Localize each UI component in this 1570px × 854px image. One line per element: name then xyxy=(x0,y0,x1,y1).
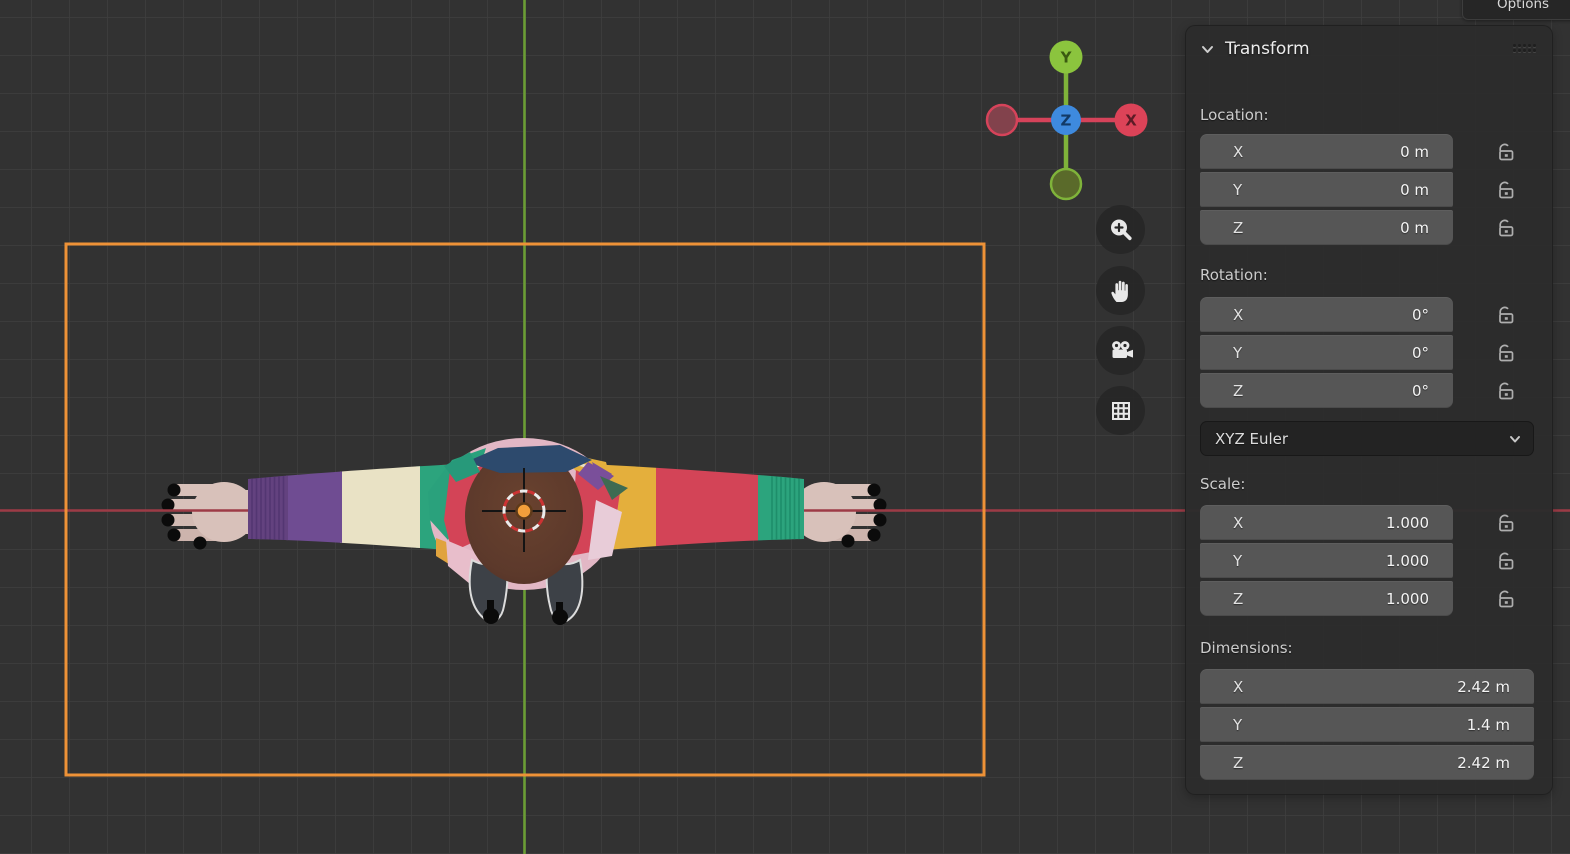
location-x-field[interactable]: X 0 m xyxy=(1200,134,1453,169)
field-axis-label: Z xyxy=(1200,219,1243,237)
lock-open-icon[interactable] xyxy=(1495,217,1517,239)
gizmo-x-negative-ball[interactable] xyxy=(987,105,1017,135)
rotation-section-label: Rotation: xyxy=(1200,264,1538,286)
scale-section-label: Scale: xyxy=(1200,473,1538,495)
gizmo-y-positive-ball[interactable]: Y xyxy=(1050,41,1083,74)
lock-open-icon[interactable] xyxy=(1495,342,1517,364)
field-axis-label: X xyxy=(1200,143,1243,161)
camera-view-button[interactable] xyxy=(1096,326,1145,375)
field-axis-label: X xyxy=(1200,514,1243,532)
field-axis-label: Y xyxy=(1200,181,1242,199)
field-value: 0 m xyxy=(1400,219,1453,237)
panel-grip-icon[interactable] xyxy=(1513,44,1538,54)
movie-camera-icon xyxy=(1106,336,1136,366)
field-axis-label: Y xyxy=(1200,344,1242,362)
lock-open-icon[interactable] xyxy=(1495,141,1517,163)
options-button-label: Options xyxy=(1497,0,1549,12)
object-origin-dot xyxy=(517,504,532,519)
rotation-fields: X 0° Y 0° Z 0° xyxy=(1200,297,1538,408)
rotation-y-field[interactable]: Y 0° xyxy=(1200,335,1453,370)
rotation-mode-value: XYZ Euler xyxy=(1215,430,1288,448)
panel-title: Transform xyxy=(1225,39,1310,59)
gizmo-y-label: Y xyxy=(1060,48,1073,66)
grid-toggle-button[interactable] xyxy=(1096,386,1145,435)
field-axis-label: Y xyxy=(1200,716,1242,734)
rotation-z-field[interactable]: Z 0° xyxy=(1200,373,1453,408)
field-value: 2.42 m xyxy=(1457,678,1534,696)
field-value: 0° xyxy=(1412,344,1453,362)
gizmo-x-label: X xyxy=(1125,111,1137,129)
scale-z-field[interactable]: Z 1.000 xyxy=(1200,581,1453,616)
rotation-mode-dropdown[interactable]: XYZ Euler xyxy=(1200,421,1534,456)
pan-tool-button[interactable] xyxy=(1096,266,1145,315)
field-value: 1.000 xyxy=(1386,590,1453,608)
transform-panel-header[interactable]: Transform xyxy=(1200,26,1538,72)
transform-panel: Transform Location: X 0 m Y 0 m xyxy=(1185,25,1553,795)
scale-x-field[interactable]: X 1.000 xyxy=(1200,505,1453,540)
rotation-x-field[interactable]: X 0° xyxy=(1200,297,1453,332)
lock-open-icon[interactable] xyxy=(1495,512,1517,534)
field-value: 2.42 m xyxy=(1457,754,1534,772)
lock-open-icon[interactable] xyxy=(1495,304,1517,326)
chevron-down-icon xyxy=(1200,42,1215,57)
field-axis-label: Z xyxy=(1200,590,1243,608)
field-value: 0° xyxy=(1412,306,1453,324)
lock-open-icon[interactable] xyxy=(1495,588,1517,610)
gizmo-z-positive-ball[interactable]: Z xyxy=(1051,105,1081,135)
field-value: 1.000 xyxy=(1386,514,1453,532)
field-value: 1.000 xyxy=(1386,552,1453,570)
gizmo-z-label: Z xyxy=(1061,111,1072,129)
dimensions-y-field[interactable]: Y 1.4 m xyxy=(1200,707,1534,742)
blender-window: Y X Z xyxy=(0,0,1570,854)
scale-y-field[interactable]: Y 1.000 xyxy=(1200,543,1453,578)
gizmo-y-negative-ball[interactable] xyxy=(1051,169,1081,199)
dimensions-fields: X 2.42 m Y 1.4 m Z 2.42 m xyxy=(1200,669,1538,780)
field-value: 0 m xyxy=(1400,181,1453,199)
hand-icon xyxy=(1106,276,1136,306)
options-button[interactable]: Options xyxy=(1462,0,1570,20)
chevron-down-icon xyxy=(1508,432,1522,446)
field-value: 1.4 m xyxy=(1467,716,1534,734)
dimensions-x-field[interactable]: X 2.42 m xyxy=(1200,669,1534,704)
field-axis-label: X xyxy=(1200,678,1243,696)
lock-open-icon[interactable] xyxy=(1495,179,1517,201)
gizmo-x-positive-ball[interactable]: X xyxy=(1115,104,1148,137)
field-axis-label: X xyxy=(1200,306,1243,324)
location-section-label: Location: xyxy=(1200,104,1538,126)
zoom-tool-button[interactable] xyxy=(1096,205,1145,254)
lock-open-icon[interactable] xyxy=(1495,550,1517,572)
dimensions-z-field[interactable]: Z 2.42 m xyxy=(1200,745,1534,780)
field-value: 0 m xyxy=(1400,143,1453,161)
field-axis-label: Z xyxy=(1200,382,1243,400)
grid-icon xyxy=(1106,396,1136,426)
location-y-field[interactable]: Y 0 m xyxy=(1200,172,1453,207)
location-z-field[interactable]: Z 0 m xyxy=(1200,210,1453,245)
dimensions-section-label: Dimensions: xyxy=(1200,637,1538,659)
location-fields: X 0 m Y 0 m Z 0 m xyxy=(1200,134,1538,245)
field-axis-label: Y xyxy=(1200,552,1242,570)
field-value: 0° xyxy=(1412,382,1453,400)
scale-fields: X 1.000 Y 1.000 Z 1.000 xyxy=(1200,505,1538,616)
lock-open-icon[interactable] xyxy=(1495,380,1517,402)
magnifier-plus-icon xyxy=(1106,215,1136,245)
field-axis-label: Z xyxy=(1200,754,1243,772)
